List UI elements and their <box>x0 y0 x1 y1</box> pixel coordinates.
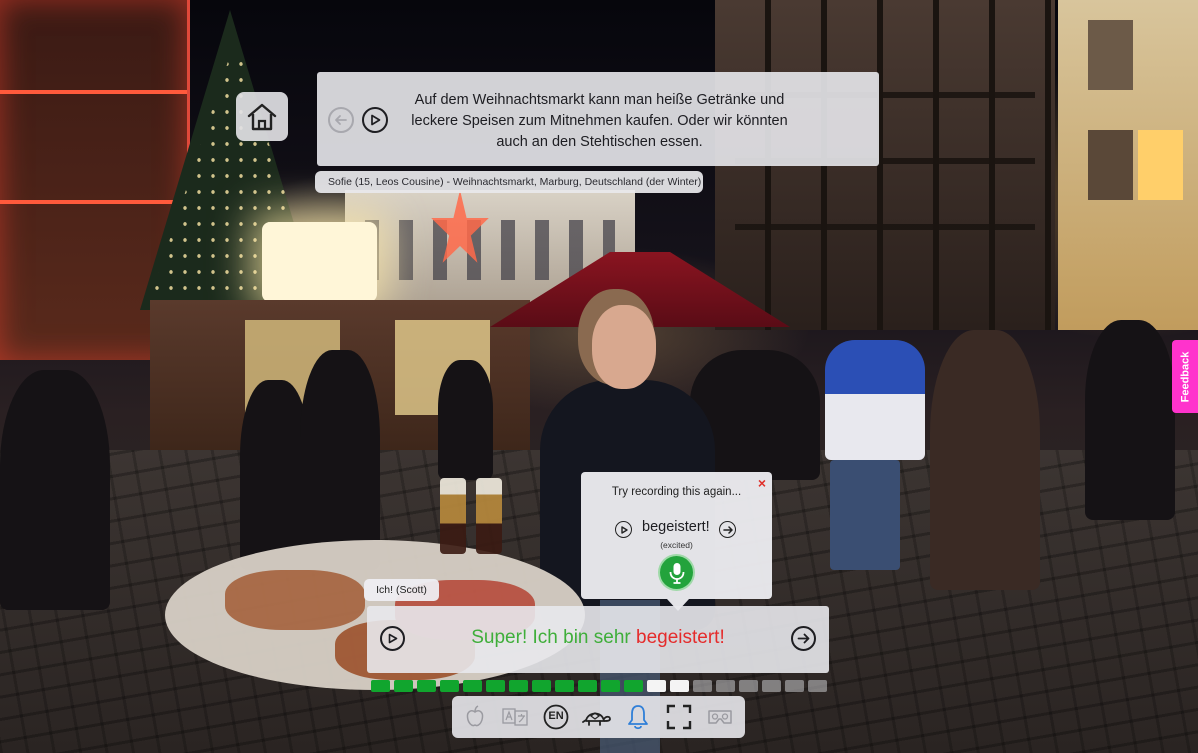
crowd-person <box>438 360 493 480</box>
narration-line: Auf dem Weihnachtsmarkt kann man heiße G… <box>414 92 785 108</box>
home-icon <box>247 103 277 130</box>
apple-icon[interactable] <box>460 702 490 732</box>
play-icon <box>620 525 628 534</box>
answer-panel: Super! Ich bin sehr begeistert! <box>367 606 829 673</box>
microphone-icon <box>669 562 684 584</box>
person-blue-jacket <box>825 340 925 460</box>
play-icon <box>371 114 381 126</box>
progress-segment-complete <box>578 680 597 692</box>
progress-segment-complete <box>417 680 436 692</box>
play-word-button[interactable] <box>615 521 632 538</box>
record-again-popup: × Try recording this again... begeistert… <box>581 472 772 611</box>
arrow-right-icon <box>797 633 810 644</box>
beverage-mug <box>476 478 502 554</box>
progress-segment-complete <box>509 680 528 692</box>
lesson-progress-bar <box>371 680 827 692</box>
play-answer-button[interactable] <box>380 626 405 651</box>
progress-segment-complete <box>555 680 574 692</box>
word-row: begeistert! <box>615 519 739 539</box>
narration-line: leckere Speisen zum Mitnehmen kaufen. Od… <box>411 113 788 129</box>
narration-text: Auf dem Weihnachtsmarkt kann man heiße G… <box>407 90 792 153</box>
progress-segment-remaining <box>762 680 781 692</box>
progress-segment-complete <box>532 680 551 692</box>
progress-segment-remaining <box>808 680 827 692</box>
progress-segment-complete <box>394 680 413 692</box>
record-button[interactable] <box>660 556 693 589</box>
answer-correct-part: Super! Ich bin sehr <box>471 627 631 648</box>
narration-panel: Auf dem Weihnachtsmarkt kann man heiße G… <box>317 72 879 166</box>
word-translation: (excited) <box>660 540 693 550</box>
answer-error-part: begeistert! <box>636 627 725 648</box>
answer-sentence: Super! Ich bin sehr begeistert! <box>427 627 769 649</box>
fullscreen-icon[interactable] <box>664 702 694 732</box>
play-audio-button[interactable] <box>362 107 388 133</box>
play-icon <box>388 633 398 644</box>
previous-button[interactable] <box>328 107 354 133</box>
target-word: begeistert! <box>642 519 710 535</box>
bottom-toolbar: EN <box>452 696 745 738</box>
crowd-person <box>0 370 110 610</box>
progress-segment-current <box>670 680 689 692</box>
popup-title: Try recording this again... <box>611 486 742 498</box>
language-badge: EN <box>548 710 564 722</box>
progress-segment-complete <box>601 680 620 692</box>
arrow-right-icon <box>722 525 733 534</box>
next-word-button[interactable] <box>719 521 736 538</box>
feedback-tab[interactable]: Feedback <box>1172 340 1198 413</box>
feedback-label: Feedback <box>1179 351 1191 402</box>
person-jeans <box>830 460 900 570</box>
speaker-caption: Sofie (15, Leos Cousine) - Weihnachtsmar… <box>315 171 703 193</box>
arrow-left-icon <box>335 115 347 125</box>
language-icon[interactable]: EN <box>541 702 571 732</box>
bell-icon[interactable] <box>623 702 653 732</box>
crowd-person <box>930 330 1040 590</box>
crowd-person <box>300 350 380 570</box>
translate-icon[interactable] <box>500 702 530 732</box>
character-sofie-head <box>592 305 656 389</box>
progress-segment-remaining <box>693 680 712 692</box>
progress-segment-complete <box>624 680 643 692</box>
building-right <box>1058 0 1198 330</box>
next-answer-button[interactable] <box>791 626 816 651</box>
turtle-icon[interactable] <box>582 702 612 732</box>
illuminated-decoration <box>262 222 377 302</box>
vr-headset-icon[interactable] <box>705 702 735 732</box>
progress-segment-complete <box>371 680 390 692</box>
progress-segment-remaining <box>739 680 758 692</box>
beverage-mug <box>440 478 466 554</box>
home-button[interactable] <box>236 92 288 141</box>
progress-segment-complete <box>440 680 459 692</box>
progress-segment-complete <box>463 680 482 692</box>
progress-segment-remaining <box>716 680 735 692</box>
narration-line: auch an den Stehtischen essen. <box>496 134 703 150</box>
crowd-person <box>1085 320 1175 520</box>
user-speaker-tag: Ich! (Scott) <box>364 579 439 601</box>
progress-segment-current <box>647 680 666 692</box>
progress-segment-remaining <box>785 680 804 692</box>
progress-segment-complete <box>486 680 505 692</box>
